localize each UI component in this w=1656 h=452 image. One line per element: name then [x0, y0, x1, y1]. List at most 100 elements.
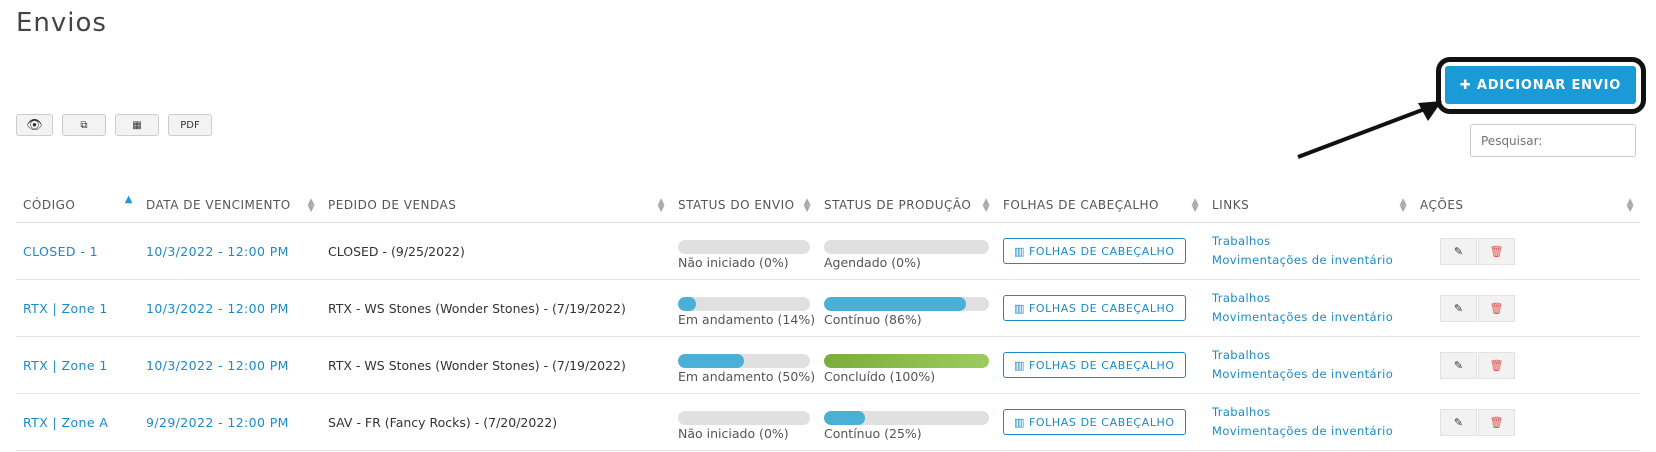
- edit-button[interactable]: ✎: [1440, 351, 1477, 379]
- table-icon: ▦: [132, 119, 142, 131]
- trash-icon: 🗑: [1489, 415, 1504, 429]
- delete-button[interactable]: 🗑: [1478, 351, 1515, 379]
- edit-button[interactable]: ✎: [1440, 294, 1477, 322]
- col-acoes[interactable]: AÇÕES ▲ ▼: [1413, 188, 1640, 223]
- due-date-link[interactable]: 10/3/2022 - 12:00 PM: [146, 301, 289, 316]
- progress-track: [678, 239, 810, 254]
- barcode-icon: ▥: [1014, 244, 1025, 258]
- shipment-code-link[interactable]: RTX | Zone A: [23, 415, 108, 430]
- progress-fill: [824, 353, 989, 368]
- barcode-icon: ▥: [1014, 415, 1025, 429]
- progress-track: [824, 239, 989, 254]
- header-sheets-button[interactable]: ▥ FOLHAS DE CABEÇALHO: [1003, 352, 1186, 378]
- production-status-label: Contínuo (86%): [824, 311, 922, 327]
- table-row: RTX | Zone A 9/29/2022 - 12:00 PM SAV - …: [16, 393, 1640, 451]
- inventory-movements-link[interactable]: Movimentações de inventário: [1212, 308, 1406, 327]
- edit-icon: ✎: [1453, 244, 1464, 258]
- production-progress: Contínuo (25%): [824, 410, 989, 441]
- shipment-code-link[interactable]: RTX | Zone 1: [23, 301, 108, 316]
- progress-fill: [678, 296, 697, 311]
- production-status-label: Concluído (100%): [824, 368, 936, 384]
- jobs-link[interactable]: Trabalhos: [1212, 403, 1406, 422]
- trash-icon: 🗑: [1489, 301, 1504, 315]
- col-codigo[interactable]: CÓDIGO ▲: [16, 188, 139, 223]
- sales-order-text: CLOSED - (9/25/2022): [328, 243, 465, 259]
- col-status-envio[interactable]: STATUS DO ENVIO ▲ ▼: [671, 188, 817, 223]
- inventory-movements-link[interactable]: Movimentações de inventário: [1212, 365, 1406, 384]
- sort-icon: ▲ ▼: [1191, 197, 1199, 214]
- delete-button[interactable]: 🗑: [1478, 408, 1515, 436]
- col-status-producao[interactable]: STATUS DE PRODUÇÃO ▲ ▼: [817, 188, 996, 223]
- pdf-export-button[interactable]: PDF: [168, 114, 212, 136]
- table-row: CLOSED - 1 10/3/2022 - 12:00 PM CLOSED -…: [16, 222, 1640, 280]
- edit-icon: ✎: [1453, 358, 1464, 372]
- table-row: RTX | Zone 1 10/3/2022 - 12:00 PM RTX - …: [16, 336, 1640, 394]
- inventory-movements-link[interactable]: Movimentações de inventário: [1212, 422, 1406, 441]
- due-date-link[interactable]: 10/3/2022 - 12:00 PM: [146, 244, 289, 259]
- sales-order-text: SAV - FR (Fancy Rocks) - (7/20/2022): [328, 414, 558, 430]
- sort-icon: ▲ ▼: [982, 197, 990, 214]
- sort-icon: ▲ ▼: [1399, 197, 1407, 214]
- shipment-code-link[interactable]: CLOSED - 1: [23, 244, 98, 259]
- shipment-progress: Em andamento (14%): [678, 296, 816, 327]
- sort-asc-icon: ▲: [124, 194, 133, 205]
- production-status-label: Contínuo (25%): [824, 425, 922, 441]
- eye-icon: 👁: [26, 117, 43, 133]
- progress-track: [678, 410, 810, 425]
- highlight-box: [1436, 57, 1646, 114]
- progress-track: [824, 410, 989, 425]
- sort-icon: ▲ ▼: [307, 197, 315, 214]
- progress-track: [678, 296, 810, 311]
- shipment-progress: Não iniciado (0%): [678, 239, 810, 270]
- shipment-status-label: Em andamento (14%): [678, 311, 816, 327]
- production-progress: Contínuo (86%): [824, 296, 989, 327]
- col-pedido-vendas[interactable]: PEDIDO DE VENDAS ▲ ▼: [321, 188, 671, 223]
- column-visibility-button[interactable]: 👁: [16, 114, 53, 136]
- excel-export-button[interactable]: ▦: [115, 114, 159, 136]
- progress-track: [824, 296, 989, 311]
- shipment-progress: Não iniciado (0%): [678, 410, 810, 441]
- jobs-link[interactable]: Trabalhos: [1212, 346, 1406, 365]
- header-sheets-button[interactable]: ▥ FOLHAS DE CABEÇALHO: [1003, 238, 1186, 264]
- barcode-icon: ▥: [1014, 358, 1025, 372]
- edit-button[interactable]: ✎: [1440, 237, 1477, 265]
- delete-button[interactable]: 🗑: [1478, 237, 1515, 265]
- col-data-vencimento[interactable]: DATA DE VENCIMENTO ▲ ▼: [139, 188, 321, 223]
- progress-track: [678, 353, 810, 368]
- edit-button[interactable]: ✎: [1440, 408, 1477, 436]
- progress-fill: [824, 410, 866, 425]
- export-toolbar: 👁 ⧉ ▦ PDF: [16, 114, 212, 136]
- shipment-progress: Em andamento (50%): [678, 353, 816, 384]
- table-row: RTX | Zone 1 10/3/2022 - 12:00 PM RTX - …: [16, 279, 1640, 337]
- due-date-link[interactable]: 9/29/2022 - 12:00 PM: [146, 415, 289, 430]
- inventory-movements-link[interactable]: Movimentações de inventário: [1212, 251, 1406, 270]
- trash-icon: 🗑: [1489, 244, 1504, 258]
- sales-order-text: RTX - WS Stones (Wonder Stones) - (7/19/…: [328, 300, 626, 316]
- shipment-status-label: Não iniciado (0%): [678, 425, 789, 441]
- page-title: Envios: [16, 8, 107, 38]
- jobs-link[interactable]: Trabalhos: [1212, 232, 1406, 251]
- edit-icon: ✎: [1453, 301, 1464, 315]
- copy-icon: ⧉: [80, 119, 88, 131]
- col-folhas[interactable]: FOLHAS DE CABEÇALHO ▲ ▼: [996, 188, 1205, 223]
- sort-icon: ▲ ▼: [803, 197, 811, 214]
- sales-order-text: RTX - WS Stones (Wonder Stones) - (7/19/…: [328, 357, 626, 373]
- copy-button[interactable]: ⧉: [62, 114, 106, 136]
- progress-fill: [824, 296, 966, 311]
- production-progress: Agendado (0%): [824, 239, 989, 270]
- production-status-label: Agendado (0%): [824, 254, 921, 270]
- header-sheets-button[interactable]: ▥ FOLHAS DE CABEÇALHO: [1003, 409, 1186, 435]
- annotation-arrow-icon: [1297, 101, 1442, 159]
- shipment-status-label: Em andamento (50%): [678, 368, 816, 384]
- shipment-code-link[interactable]: RTX | Zone 1: [23, 358, 108, 373]
- search-input[interactable]: [1470, 124, 1636, 157]
- production-progress: Concluído (100%): [824, 353, 989, 384]
- progress-fill: [678, 353, 744, 368]
- delete-button[interactable]: 🗑: [1478, 294, 1515, 322]
- jobs-link[interactable]: Trabalhos: [1212, 289, 1406, 308]
- sort-icon: ▲ ▼: [657, 197, 665, 214]
- due-date-link[interactable]: 10/3/2022 - 12:00 PM: [146, 358, 289, 373]
- header-sheets-button[interactable]: ▥ FOLHAS DE CABEÇALHO: [1003, 295, 1186, 321]
- col-links[interactable]: LINKS ▲ ▼: [1205, 188, 1413, 223]
- progress-track: [824, 353, 989, 368]
